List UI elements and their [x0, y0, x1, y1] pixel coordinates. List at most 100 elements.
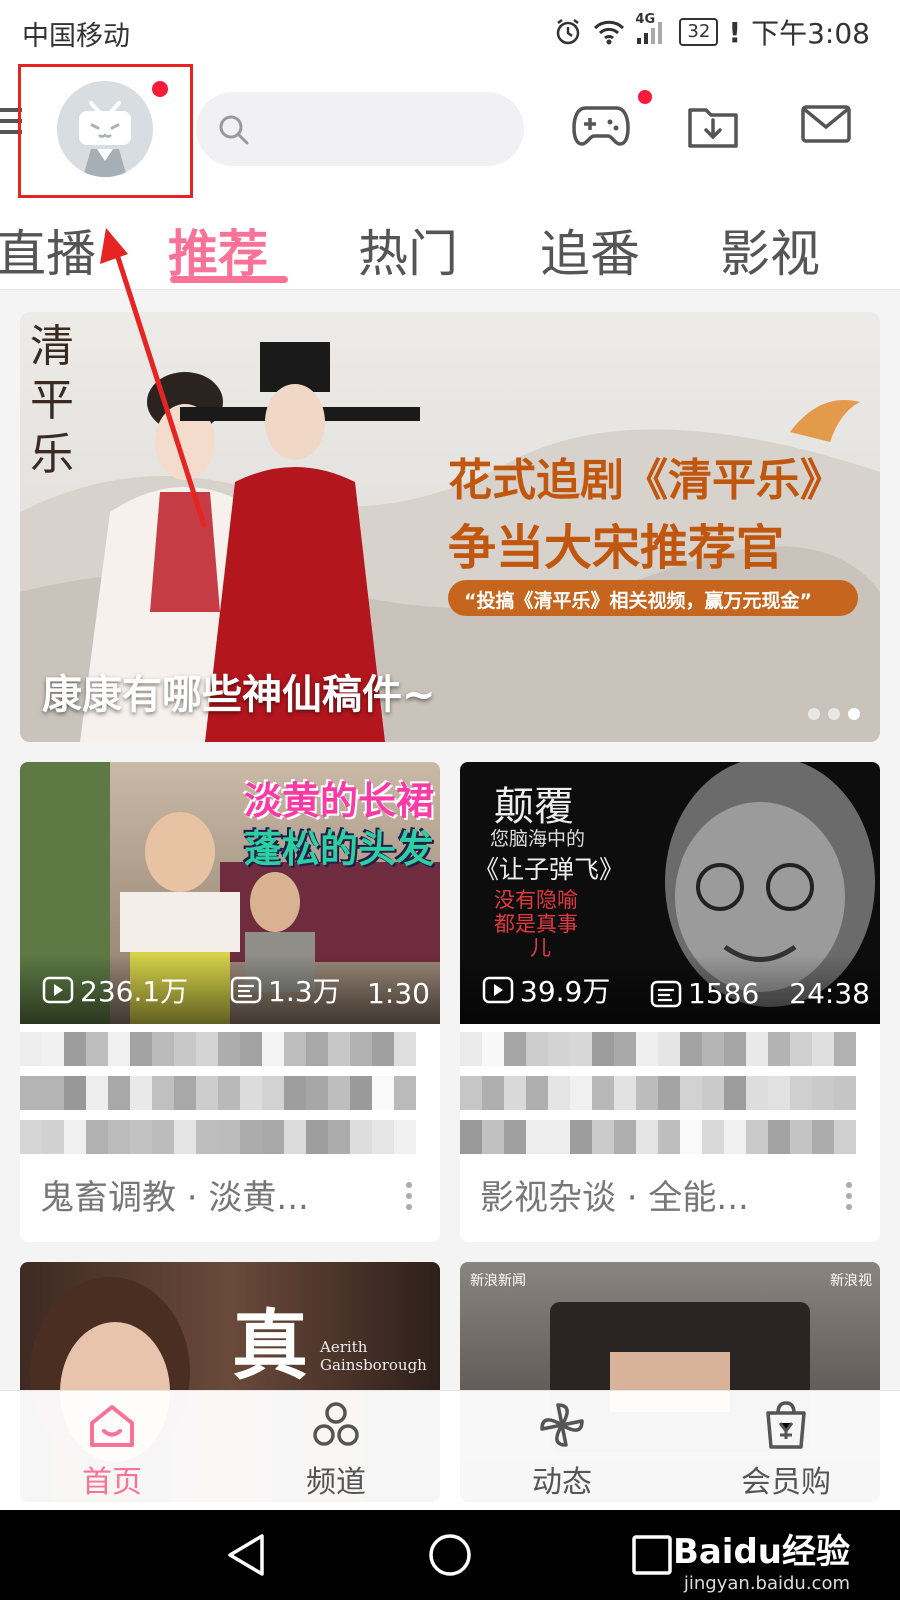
- mosaic-block: [152, 1076, 174, 1110]
- mosaic-block: [196, 1076, 218, 1110]
- alarm-icon: [553, 17, 583, 47]
- mosaic-block: [306, 1120, 328, 1154]
- carousel-indicator: [808, 708, 860, 720]
- tab-film[interactable]: 影视: [720, 214, 820, 286]
- carousel-dot-active: [848, 708, 860, 720]
- mosaic-block: [460, 1032, 482, 1066]
- mosaic-block: [724, 1032, 746, 1066]
- notification-dot: [152, 81, 168, 97]
- mosaic-block: [548, 1076, 570, 1110]
- video-card[interactable]: 颠覆 您脑海中的 《让子弹飞》 没有隐喻 都是真事 儿 39.9万 1586 2…: [460, 762, 880, 1242]
- search-input[interactable]: [196, 92, 524, 166]
- tab-anime[interactable]: 追番: [540, 214, 640, 286]
- mosaic-block: [328, 1120, 350, 1154]
- mosaic-block: [42, 1076, 64, 1110]
- nav-channel[interactable]: 频道: [266, 1399, 406, 1501]
- mosaic-block: [262, 1076, 284, 1110]
- game-controller-icon[interactable]: [572, 102, 630, 152]
- mosaic-block: [768, 1076, 790, 1110]
- download-icon[interactable]: [686, 102, 740, 154]
- mosaic-block: [482, 1032, 504, 1066]
- mosaic-block: [328, 1032, 350, 1066]
- video-category-label: 影视杂谈 · 全能...: [480, 1178, 749, 1218]
- mosaic-block: [724, 1076, 746, 1110]
- mosaic-block: [614, 1032, 636, 1066]
- mosaic-block: [746, 1076, 768, 1110]
- system-navigation-bar: Baidu经验 jingyan.baidu.com: [0, 1510, 900, 1600]
- mosaic-block: [548, 1120, 570, 1154]
- wifi-icon: [593, 18, 625, 46]
- mosaic-block: [174, 1120, 196, 1154]
- nav-home[interactable]: 首页: [42, 1399, 182, 1501]
- more-options-icon[interactable]: [406, 1182, 414, 1212]
- status-icons: 4G 32 ! 下午3:08: [553, 12, 870, 52]
- pinwheel-icon: [540, 1403, 584, 1447]
- back-icon[interactable]: [226, 1532, 270, 1582]
- mosaic-block: [526, 1120, 548, 1154]
- mosaic-block: [42, 1120, 64, 1154]
- mosaic-block: [372, 1076, 394, 1110]
- mosaic-block: [130, 1032, 152, 1066]
- mosaic-block: [64, 1120, 86, 1154]
- mosaic-block: [42, 1032, 64, 1066]
- mosaic-block: [834, 1076, 856, 1110]
- mosaic-block: [460, 1120, 482, 1154]
- nav-vip-shop-label: 会员购: [741, 1465, 831, 1500]
- video-card[interactable]: 淡黄的长裙 蓬松的头发 236.1万 1.3万 1:30 鬼畜调教 · 淡黄..…: [20, 762, 440, 1242]
- view-count-value: 236.1万: [80, 975, 189, 1008]
- recents-icon[interactable]: [630, 1532, 674, 1582]
- mosaic-block: [196, 1120, 218, 1154]
- mosaic-block: [592, 1032, 614, 1066]
- banner-promo-line1: 花式追剧《清平乐》: [448, 455, 844, 506]
- mosaic-block: [218, 1076, 240, 1110]
- mosaic-block: [130, 1076, 152, 1110]
- mosaic-block: [108, 1120, 130, 1154]
- bilibili-tv-icon: [79, 101, 131, 177]
- banner-carousel[interactable]: 清平乐 花式追剧《清平乐》 争当大宋推荐官 “投搞《清平乐》相关视频，赢万元现金…: [20, 312, 880, 742]
- mosaic-block: [306, 1032, 328, 1066]
- mail-icon[interactable]: [800, 102, 852, 150]
- mosaic-block: [218, 1120, 240, 1154]
- mosaic-block: [152, 1032, 174, 1066]
- video-thumbnail: 颠覆 您脑海中的 《让子弹飞》 没有隐喻 都是真事 儿 39.9万 1586 2…: [460, 762, 880, 1024]
- mosaic-block: [306, 1076, 328, 1110]
- thumbnail-caption-2: 您脑海中的: [490, 828, 586, 850]
- video-title-pixelated: [20, 1032, 440, 1162]
- mosaic-block: [460, 1076, 482, 1110]
- nav-dynamic[interactable]: 动态: [492, 1399, 632, 1501]
- mosaic-block: [812, 1120, 834, 1154]
- mosaic-block: [680, 1120, 702, 1154]
- mosaic-block: [262, 1032, 284, 1066]
- mosaic-block: [174, 1032, 196, 1066]
- tab-hot[interactable]: 热门: [358, 214, 458, 286]
- status-bar: 中国移动 4G 32 ! 下午3:08: [0, 0, 900, 62]
- danmaku-count: 1.3万: [230, 970, 341, 1010]
- danmaku-count: 1586: [650, 977, 759, 1010]
- avatar[interactable]: [57, 81, 153, 177]
- nav-vip-shop[interactable]: 会员购: [716, 1399, 856, 1501]
- home-button-icon[interactable]: [428, 1532, 472, 1582]
- tab-live[interactable]: 直播: [0, 214, 96, 286]
- bottom-navigation: 首页 频道 动态 会员购: [0, 1390, 900, 1510]
- nav-dynamic-label: 动态: [532, 1465, 592, 1500]
- mosaic-block: [746, 1120, 768, 1154]
- danmaku-count-value: 1586: [688, 977, 760, 1010]
- banner-vertical-title: 清平乐: [30, 321, 74, 480]
- video-category-label: 鬼畜调教 · 淡黄...: [40, 1178, 309, 1218]
- mosaic-block: [636, 1032, 658, 1066]
- mosaic-block: [746, 1032, 768, 1066]
- video-stats-bar: 39.9万 1586 24:38: [460, 954, 880, 1024]
- mosaic-block: [592, 1076, 614, 1110]
- mosaic-block: [152, 1120, 174, 1154]
- mosaic-block: [20, 1076, 42, 1110]
- mosaic-block: [724, 1120, 746, 1154]
- mosaic-block: [218, 1032, 240, 1066]
- mosaic-block: [592, 1120, 614, 1154]
- mosaic-block: [526, 1032, 548, 1066]
- more-options-icon[interactable]: [846, 1182, 854, 1212]
- mosaic-block: [504, 1032, 526, 1066]
- mosaic-block: [240, 1120, 262, 1154]
- carrier-label: 中国移动: [22, 21, 130, 52]
- network-type-label: 4G: [635, 12, 656, 27]
- carousel-dot: [828, 708, 840, 720]
